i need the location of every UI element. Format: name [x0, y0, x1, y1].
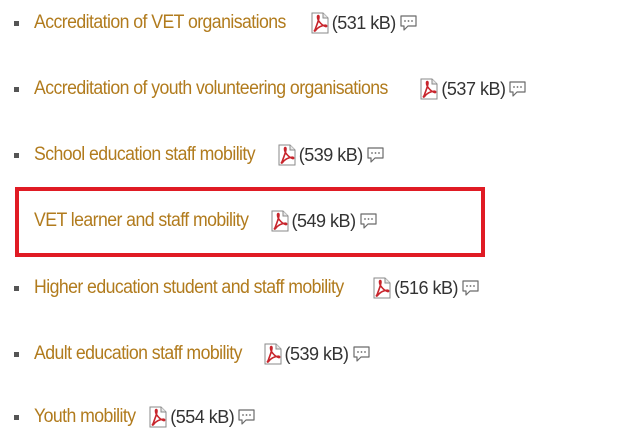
file-size: (516 kB)	[393, 277, 459, 298]
list-item: Adult education staff mobility (539 kB)	[14, 339, 371, 369]
pdf-icon[interactable]	[309, 12, 329, 34]
document-link[interactable]: Higher education student and staff mobil…	[34, 277, 344, 299]
file-size: (539 kB)	[284, 343, 350, 364]
pdf-icon[interactable]	[276, 144, 296, 166]
highlight-box	[15, 187, 485, 257]
file-size: (531 kB)	[331, 12, 397, 33]
comment-icon[interactable]	[508, 80, 527, 98]
bullet	[14, 152, 19, 158]
document-list: Accreditation of VET organisations (531 …	[0, 0, 625, 434]
file-size: (539 kB)	[298, 144, 364, 165]
list-item: Higher education student and staff mobil…	[14, 273, 480, 303]
comment-icon[interactable]	[237, 408, 256, 426]
list-item: Accreditation of youth volunteering orga…	[14, 74, 527, 104]
comment-icon[interactable]	[399, 14, 418, 32]
comment-icon[interactable]	[461, 279, 480, 297]
document-link[interactable]: Accreditation of VET organisations	[34, 12, 286, 34]
file-size: (554 kB)	[170, 406, 235, 427]
bullet	[14, 351, 19, 357]
pdf-icon[interactable]	[418, 78, 439, 100]
list-item: Accreditation of VET organisations (531 …	[14, 8, 418, 38]
list-item: Youth mobility (554 kB)	[14, 402, 256, 432]
document-link[interactable]: Youth mobility	[34, 406, 136, 428]
bullet	[14, 86, 19, 92]
pdf-icon[interactable]	[147, 406, 168, 428]
document-link[interactable]: School education staff mobility	[34, 144, 256, 166]
file-size: (537 kB)	[441, 78, 506, 99]
bullet	[14, 20, 19, 26]
pdf-icon[interactable]	[262, 343, 282, 365]
document-link[interactable]: Adult education staff mobility	[34, 343, 242, 365]
comment-icon[interactable]	[366, 146, 385, 164]
list-item: School education staff mobility (539 kB)	[14, 140, 385, 170]
document-link[interactable]: Accreditation of youth volunteering orga…	[34, 78, 388, 100]
pdf-icon[interactable]	[371, 277, 391, 299]
bullet	[14, 285, 19, 291]
comment-icon[interactable]	[352, 345, 371, 363]
bullet	[14, 414, 19, 420]
